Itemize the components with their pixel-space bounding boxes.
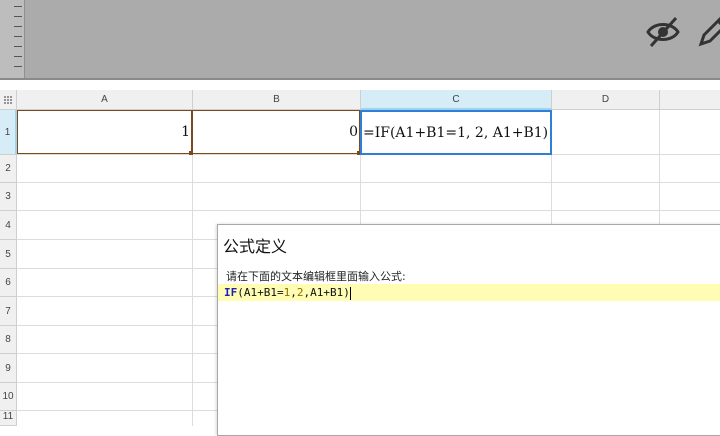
column-header-empty[interactable] [660,90,720,110]
row-header-7[interactable]: 7 [0,297,17,326]
formula-editor-line[interactable]: IF(A1+B1=1,2,A1+B1) [218,284,720,301]
row-header-11[interactable]: 11 [0,411,17,426]
eye-slash-icon[interactable] [645,14,681,50]
row-header-4[interactable]: 4 [0,211,17,240]
row-header-8[interactable]: 8 [0,326,17,354]
row-header-10[interactable]: 10 [0,383,17,411]
formula-keyword: IF [224,286,238,299]
formula-part: ,A1+B1) [303,286,350,299]
grip-icon [4,96,12,104]
cell-b1[interactable]: 0 [192,110,361,155]
row-header-3[interactable]: 3 [0,183,17,211]
row-header-6[interactable]: 6 [0,269,17,297]
formula-editor[interactable]: IF(A1+B1=1,2,A1+B1) [218,284,720,434]
column-header-c[interactable]: C [361,90,552,110]
select-all-corner[interactable] [0,90,17,110]
cell-c1[interactable]: =IF(A1+B1=1, 2, A1+B1) [360,110,552,155]
row-header-5[interactable]: 5 [0,240,17,269]
column-header-a[interactable]: A [17,90,193,110]
vertical-ruler [0,0,25,78]
toolbar-divider [0,78,720,80]
column-header-d[interactable]: D [552,90,660,110]
text-caret [349,286,351,300]
pencil-icon[interactable] [695,14,720,50]
dialog-title: 公式定义 [223,237,288,256]
row-header-1[interactable]: 1 [0,110,17,155]
formula-comma: , [290,286,297,299]
column-header-b[interactable]: B [193,90,361,110]
cell-a1[interactable]: 1 [17,110,193,155]
formula-part: (A1+B1= [237,286,284,299]
row-header-2[interactable]: 2 [0,155,17,183]
dialog-instruction: 请在下面的文本编辑框里面输入公式: [226,270,406,283]
row-header-9[interactable]: 9 [0,354,17,383]
toolbar [0,0,720,80]
formula-dialog: 公式定义 请在下面的文本编辑框里面输入公式: IF(A1+B1=1,2,A1+B… [217,224,720,436]
